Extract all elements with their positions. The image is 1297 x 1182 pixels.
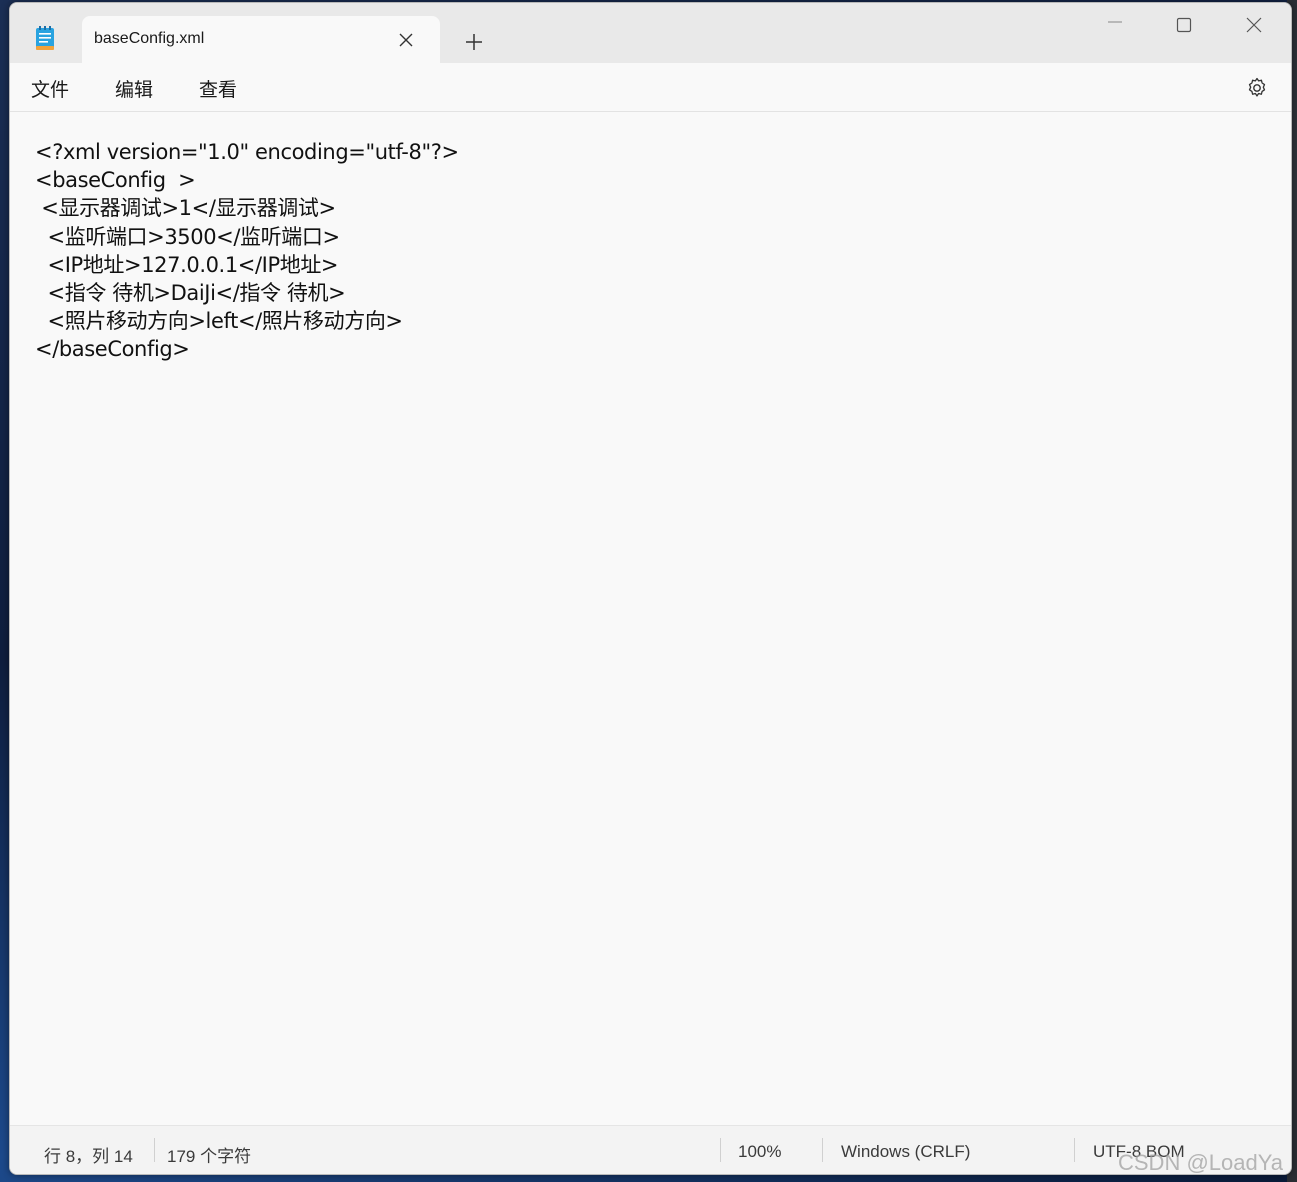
tab-baseconfig[interactable]: baseConfig.xml — [82, 16, 440, 63]
gear-icon — [1248, 77, 1266, 97]
minimize-icon — [1108, 21, 1122, 23]
title-bar: baseConfig.xml — [10, 3, 1291, 63]
menu-view[interactable]: 查看 — [199, 75, 237, 102]
close-icon — [399, 33, 413, 47]
cursor-position: 行 8，列 14 — [44, 1147, 133, 1166]
status-divider — [720, 1138, 721, 1162]
notepad-window: baseConfig.xml 文件 编辑 查看 <?xml version="1… — [9, 2, 1292, 1175]
maximize-button[interactable] — [1154, 3, 1214, 47]
close-icon — [1246, 17, 1262, 33]
minimize-button[interactable] — [1085, 3, 1145, 47]
watermark: CSDN @LoadYa — [1118, 1150, 1283, 1175]
tab-close-button[interactable] — [392, 26, 420, 54]
zoom-level[interactable]: 100% — [738, 1142, 781, 1162]
character-count: 179 个字符 — [167, 1147, 252, 1166]
status-bar: 行 8，列 14 179 个字符 100% Windows (CRLF) UTF… — [10, 1125, 1291, 1174]
editor-content[interactable]: <?xml version="1.0" encoding="utf-8"?> <… — [35, 138, 459, 364]
menu-edit[interactable]: 编辑 — [115, 75, 153, 102]
notepad-icon — [34, 25, 56, 51]
settings-button[interactable] — [1245, 76, 1269, 100]
status-divider — [1074, 1138, 1075, 1162]
close-window-button[interactable] — [1224, 3, 1284, 47]
plus-icon — [466, 34, 482, 50]
text-editor[interactable]: <?xml version="1.0" encoding="utf-8"?> <… — [10, 112, 1291, 1124]
menu-bar: 文件 编辑 查看 — [10, 63, 1291, 112]
menu-file[interactable]: 文件 — [31, 75, 69, 102]
maximize-icon — [1176, 17, 1192, 33]
line-ending[interactable]: Windows (CRLF) — [841, 1142, 970, 1162]
status-divider — [822, 1138, 823, 1162]
tab-title: baseConfig.xml — [94, 30, 205, 47]
status-divider — [154, 1138, 155, 1162]
new-tab-button[interactable] — [458, 26, 490, 58]
